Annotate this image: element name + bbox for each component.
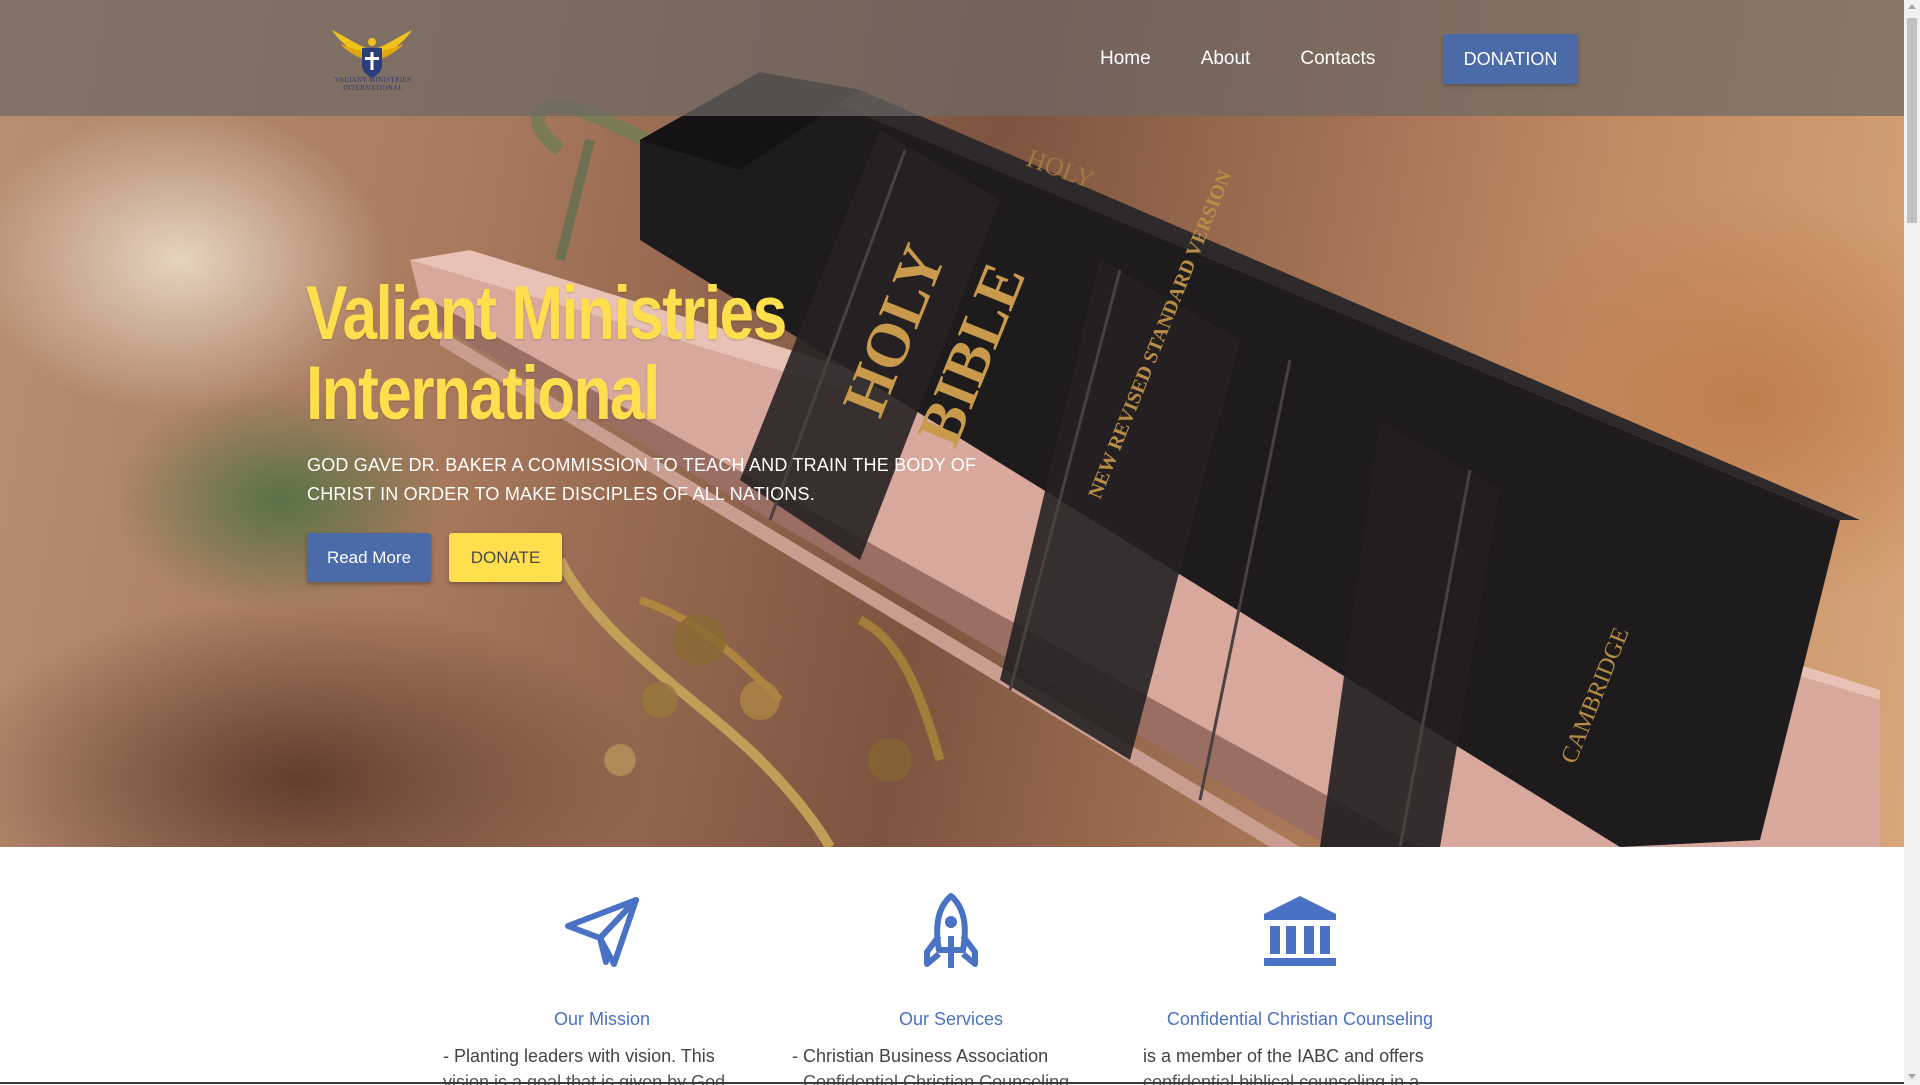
feature-title[interactable]: Confidential Christian Counseling [1135, 1009, 1465, 1030]
bible-spine-bible: BIBLE [905, 254, 1039, 455]
bible-spine-version: NEW REVISED STANDARD VERSION [1084, 167, 1236, 502]
feature-text-line1: - Christian Business Association [792, 1046, 1049, 1066]
read-more-button[interactable]: Read More [307, 533, 431, 582]
bible-spine-holy: HOLY [830, 236, 959, 425]
logo-caption: VALIANT MINISTRIES INTERNATIONAL [334, 76, 412, 92]
features-section: Our Mission - Planting leaders with visi… [0, 847, 1904, 1085]
feature-mission: Our Mission - Planting leaders with visi… [437, 847, 767, 1085]
vertical-scrollbar[interactable] [1904, 0, 1920, 1085]
feature-title[interactable]: Our Services [786, 1009, 1116, 1030]
feature-services: Our Services - Christian Business Associ… [786, 847, 1116, 1085]
nav-home[interactable]: Home [1100, 48, 1151, 70]
navbar: VALIANT MINISTRIES INTERNATIONAL Home Ab… [0, 0, 1904, 116]
hero-title: Valiant Ministries International [306, 274, 831, 434]
scroll-down-arrow-icon[interactable] [1908, 1074, 1916, 1079]
main-nav: Home About Contacts [1100, 37, 1425, 81]
bible-spine-publisher: CAMBRIDGE [1556, 624, 1634, 767]
hero-title-line2: International [306, 351, 660, 436]
feature-text-line1: - Planting leaders with vision. This [443, 1046, 715, 1066]
hero-bible-image: HOLY BIBLE NEW REVISED STANDARD VERSION … [410, 72, 1880, 847]
feature-text: is a member of the IABC and offers confi… [1143, 1043, 1473, 1085]
rocket-icon [924, 893, 978, 968]
hero-title-line1: Valiant Ministries [306, 271, 787, 356]
feature-text: - Christian Business Association - Confi… [792, 1043, 1122, 1085]
hero-subtitle: God gave Dr. Baker a commission to teach… [307, 455, 977, 504]
svg-text:HOLY: HOLY [1023, 143, 1099, 194]
feature-title[interactable]: Our Mission [437, 1009, 767, 1030]
bank-icon [1264, 896, 1336, 966]
hero-section: HOLY BIBLE NEW REVISED STANDARD VERSION … [0, 0, 1904, 847]
bottom-divider [0, 1082, 1904, 1084]
scrollbar-thumb[interactable] [1907, 18, 1917, 223]
feature-text: - Planting leaders with vision. This vis… [443, 1043, 773, 1085]
donate-button[interactable]: DONATE [449, 533, 562, 582]
nav-about[interactable]: About [1201, 48, 1251, 70]
page: HOLY BIBLE NEW REVISED STANDARD VERSION … [0, 0, 1920, 1085]
nav-contacts[interactable]: Contacts [1300, 48, 1375, 70]
feature-text-line1: is a member of the IABC and offers [1143, 1046, 1424, 1066]
scroll-up-arrow-icon[interactable] [1908, 4, 1916, 9]
paper-plane-icon [565, 897, 639, 967]
nav-donation-button[interactable]: DONATION [1443, 34, 1578, 84]
feature-counseling: Confidential Christian Counseling is a m… [1135, 847, 1465, 1085]
